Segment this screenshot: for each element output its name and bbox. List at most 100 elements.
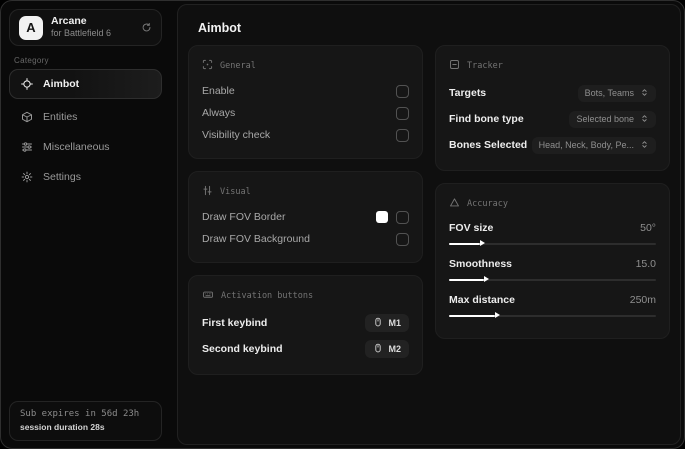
triangle-icon [449,197,460,211]
unfold-icon [640,140,649,151]
general-card: General Enable Always Visibility check [188,45,423,159]
setting-row-fov-border: Draw FOV Border [202,206,409,228]
refresh-icon[interactable] [141,22,152,33]
find-bone-type-dropdown[interactable]: Selected bone [569,110,656,128]
bones-selected-dropdown[interactable]: Head, Neck, Body, Pe... [531,136,656,154]
setting-label: Smoothness [449,258,513,270]
cards-grid: General Enable Always Visibility check V… [188,45,670,375]
targets-dropdown[interactable]: Bots, Teams [577,84,656,102]
sidebar-item-aimbot[interactable]: Aimbot [9,69,162,99]
page-title: Aimbot [198,21,242,35]
fov-border-checkbox[interactable] [396,210,409,224]
visual-card: Visual Draw FOV Border Draw FOV Backgrou… [188,171,423,263]
keybind-value: M2 [388,344,401,354]
unfold-icon [640,88,649,99]
accuracy-card: Accuracy FOV size 50° Smoothness 15.0 Ma… [435,183,670,339]
sidebar-item-miscellaneous[interactable]: Miscellaneous [9,132,162,162]
enable-checkbox[interactable] [396,84,409,98]
card-title: General [220,61,256,71]
sliders-icon [21,141,33,153]
fov-background-checkbox[interactable] [396,232,409,246]
mouse-icon [373,317,383,329]
app-name: Arcane [51,15,87,28]
dropdown-value: Selected bone [576,114,634,124]
setting-row-first-keybind: First keybind M1 [202,310,409,336]
keyboard-icon [202,289,214,303]
always-checkbox[interactable] [396,106,409,120]
setting-label: Draw FOV Background [202,233,310,245]
second-keybind-button[interactable]: M2 [365,340,409,358]
setting-row-targets: Targets Bots, Teams [449,80,656,106]
tracker-card: Tracker Targets Bots, Teams Find bone ty… [435,45,670,171]
app-window: A Arcane for Battlefield 6 Category Aimb… [0,0,685,449]
dropdown-value: Bots, Teams [584,88,634,98]
slider-fill[interactable] [449,276,490,282]
crosshair-icon [21,78,33,90]
first-keybind-button[interactable]: M1 [365,314,409,332]
right-column: Tracker Targets Bots, Teams Find bone ty… [435,45,670,375]
setting-label: Visibility check [202,129,271,141]
adjust-sliders-icon [202,185,213,199]
setting-row-visibility-check: Visibility check [202,124,409,146]
gear-icon [21,171,33,183]
visual-card-header: Visual [202,185,409,199]
sidebar: A Arcane for Battlefield 6 Category Aimb… [1,1,176,448]
setting-label: Max distance [449,294,515,306]
sidebar-header: A Arcane for Battlefield 6 [9,9,162,46]
sidebar-item-settings[interactable]: Settings [9,162,162,192]
setting-label: Targets [449,87,487,99]
app-title-block: Arcane for Battlefield 6 [51,15,111,39]
card-title: Activation buttons [221,291,314,301]
setting-row-bones-selected: Bones Selected Head, Neck, Body, Pe... [449,132,656,158]
sidebar-item-entities[interactable]: Entities [9,102,162,132]
max-distance-slider[interactable] [449,311,656,320]
setting-row-fov-background: Draw FOV Background [202,228,409,250]
max-distance-header: Max distance 250m [449,290,656,310]
smoothness-header: Smoothness 15.0 [449,254,656,274]
fov-size-slider[interactable] [449,239,656,248]
setting-row-fov-size: FOV size 50° [449,218,656,248]
slider-fill[interactable] [449,240,486,246]
accuracy-card-header: Accuracy [449,197,656,211]
left-column: General Enable Always Visibility check V… [188,45,423,375]
fov-size-value: 50° [640,222,656,234]
smoothness-value: 15.0 [635,258,656,270]
dropdown-value: Head, Neck, Body, Pe... [538,140,634,150]
app-logo: A [19,15,43,40]
sidebar-item-label: Miscellaneous [43,141,110,153]
setting-row-find-bone-type: Find bone type Selected bone [449,106,656,132]
scan-target-icon [202,59,213,73]
mouse-icon [373,343,383,355]
setting-label: Always [202,107,236,119]
sidebar-item-label: Entities [43,111,78,123]
setting-label: FOV size [449,222,494,234]
setting-row-max-distance: Max distance 250m [449,290,656,320]
setting-label: Bones Selected [449,139,528,151]
visibility-check-checkbox[interactable] [396,128,409,142]
fov-border-color-swatch[interactable] [376,211,388,223]
card-title: Accuracy [467,199,508,209]
tracker-card-header: Tracker [449,59,656,73]
sidebar-item-label: Aimbot [43,78,80,90]
setting-label: Find bone type [449,113,524,125]
app-subtitle: for Battlefield 6 [51,28,112,39]
sub-expires-text: Sub expires in 56d 23h [20,409,140,419]
setting-row-second-keybind: Second keybind M2 [202,336,409,362]
main-panel: Aimbot General Enable Always Visibility … [177,4,681,445]
general-card-header: General [202,59,409,73]
max-distance-value: 250m [629,294,656,306]
sidebar-item-label: Settings [43,171,81,183]
setting-row-smoothness: Smoothness 15.0 [449,254,656,284]
category-label: Category [14,56,49,65]
setting-label: First keybind [202,317,268,329]
session-duration-text: session duration 28s [20,422,105,432]
slider-fill[interactable] [449,312,500,318]
smoothness-slider[interactable] [449,275,656,284]
card-title: Tracker [467,61,503,71]
unfold-icon [640,114,649,125]
card-title: Visual [220,187,251,197]
fov-border-controls [376,210,409,224]
setting-label: Enable [202,85,235,97]
activation-buttons-card: Activation buttons First keybind M1 Seco… [188,275,423,375]
sidebar-nav: Aimbot Entities Miscellaneous Settings [9,69,162,192]
